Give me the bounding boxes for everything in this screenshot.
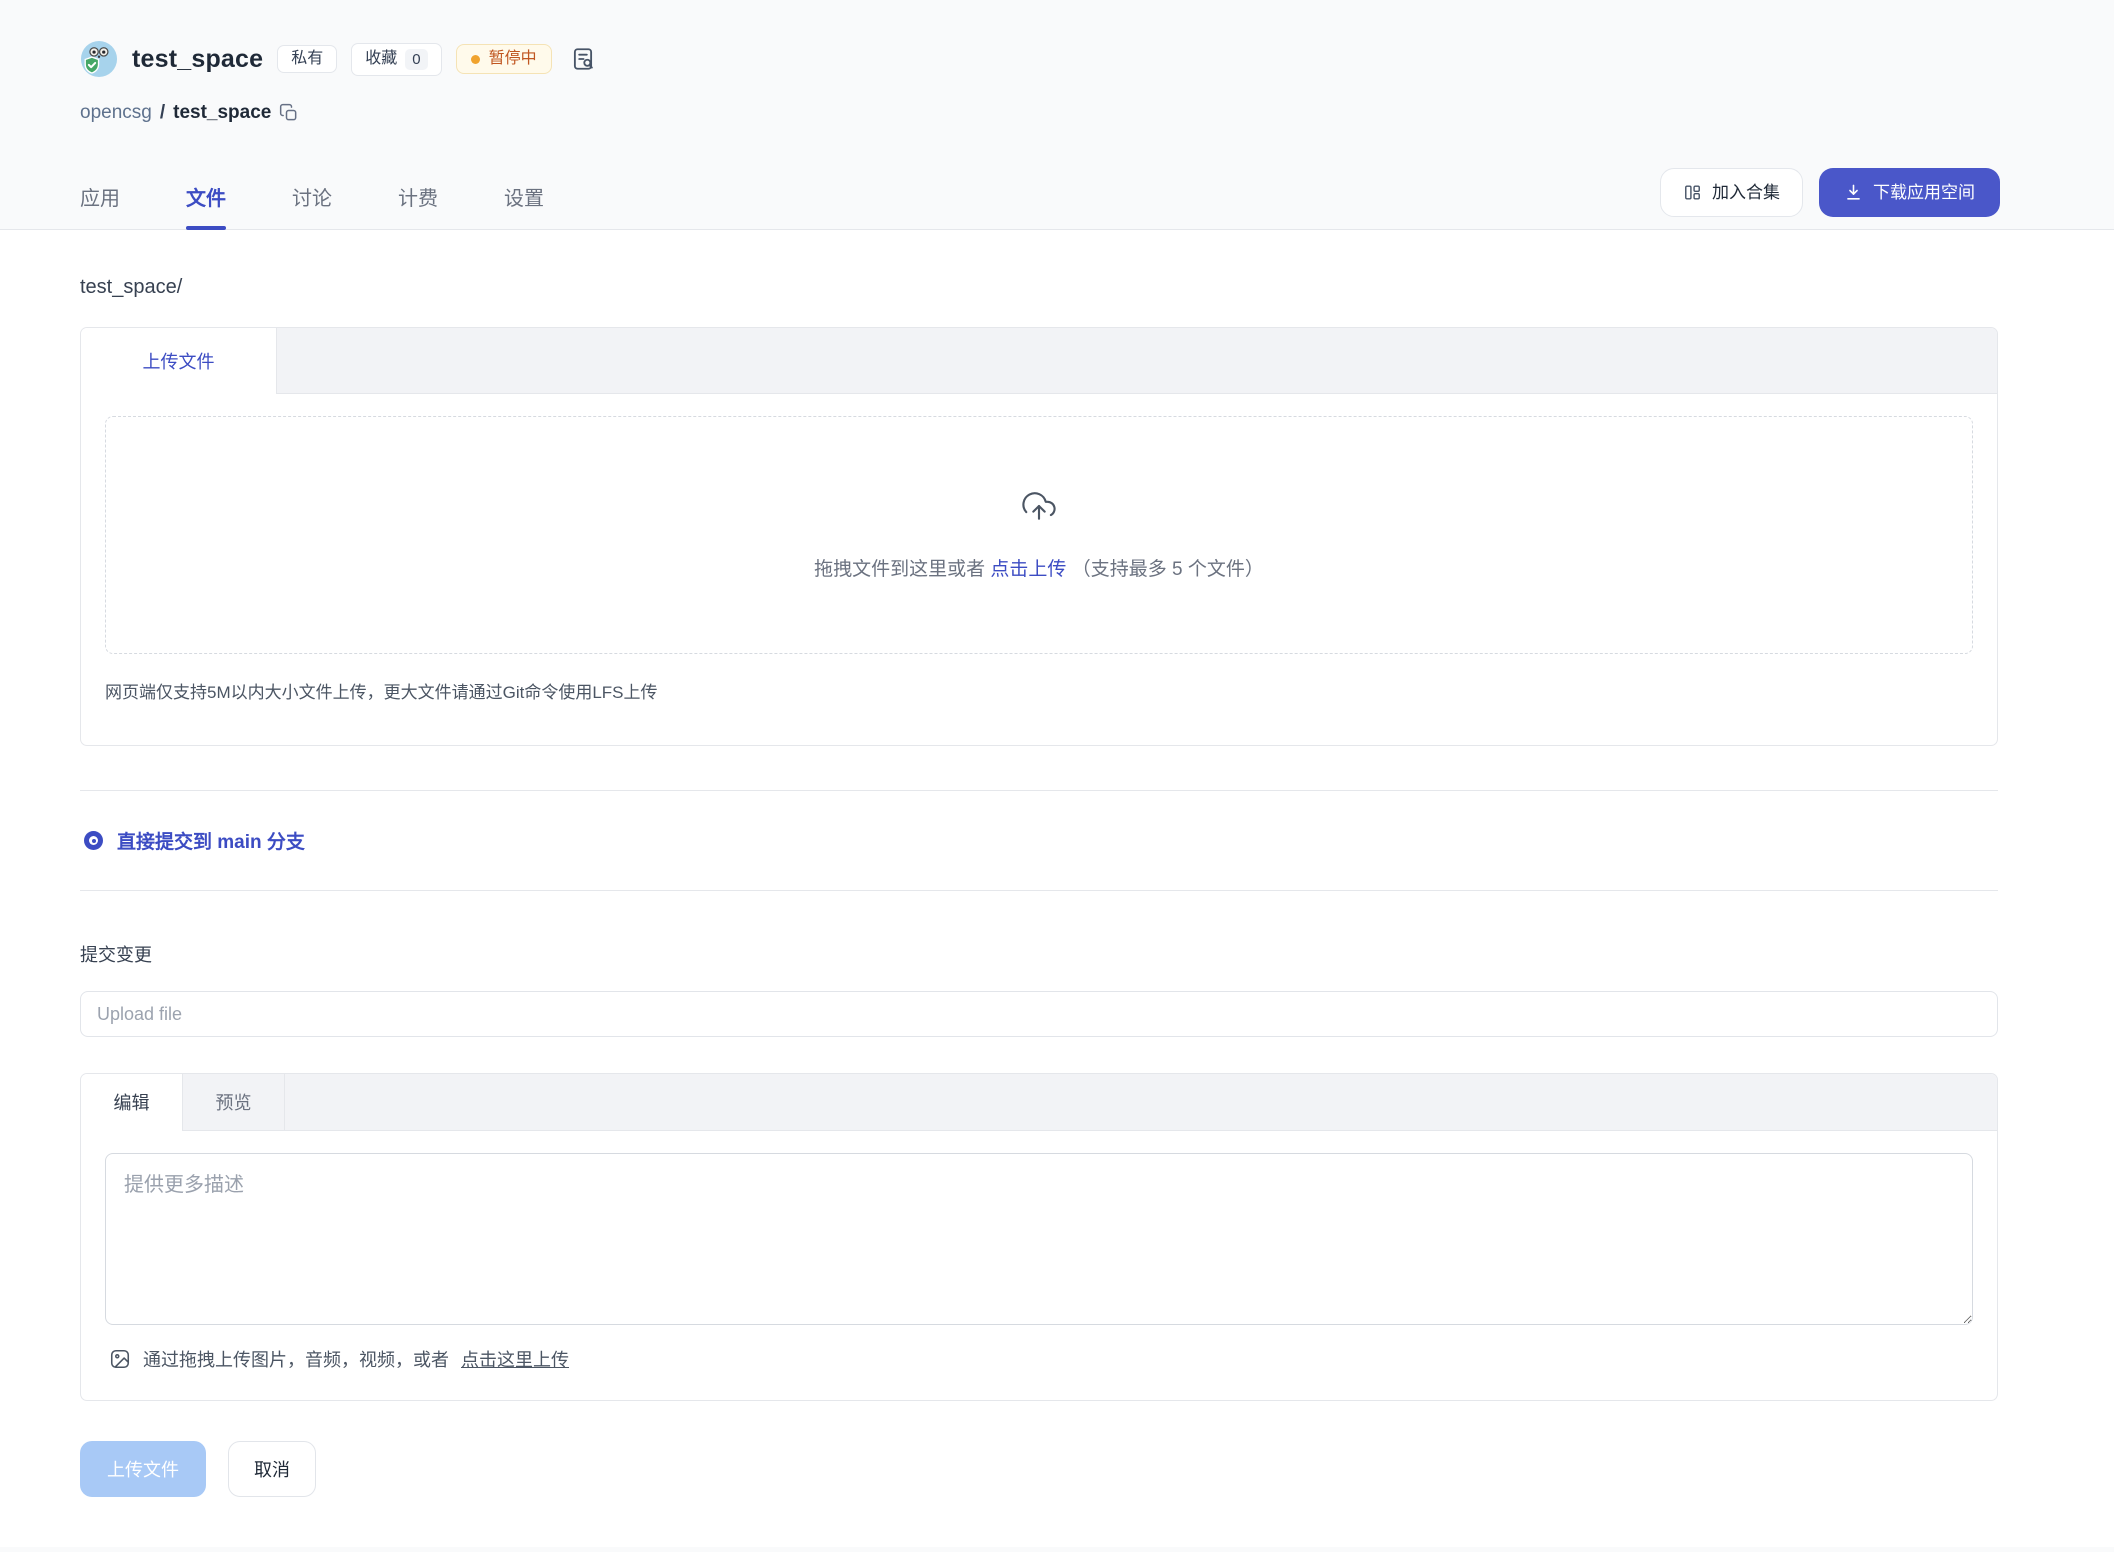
favorites-count: 0: [405, 49, 427, 70]
upload-panel: 上传文件 拖拽文件到这里或者 点击上传 （支持最多 5 个文件） 网页端仅支持5: [80, 327, 1998, 746]
tab-preview[interactable]: 预览: [183, 1074, 285, 1130]
breadcrumb-separator: /: [160, 102, 165, 124]
description-textarea[interactable]: [105, 1153, 1973, 1325]
tab-files[interactable]: 文件: [186, 182, 226, 229]
upload-cloud-icon: [1022, 489, 1056, 528]
tab-upload-file[interactable]: 上传文件: [81, 328, 277, 394]
click-to-upload-link[interactable]: 点击上传: [990, 559, 1066, 580]
visibility-badge-label: 私有: [291, 51, 323, 67]
favorites-badge-label: 收藏: [365, 51, 397, 67]
editor-upload-hint: 通过拖拽上传图片，音频，视频，或者 点击这里上传: [109, 1346, 1973, 1372]
copy-icon: [279, 103, 299, 123]
copy-repo-name-button[interactable]: [279, 103, 299, 123]
upload-panel-tabbar: 上传文件: [81, 328, 1997, 394]
tab-discussions[interactable]: 讨论: [292, 182, 332, 229]
commit-to-main-label: 直接提交到 main 分支: [117, 827, 305, 854]
current-path: test_space/: [80, 276, 1998, 299]
breadcrumb-owner-link[interactable]: opencsg: [80, 102, 152, 124]
commit-to-main-radio-row[interactable]: 直接提交到 main 分支: [84, 827, 1998, 854]
document-search-icon: [570, 46, 596, 72]
tab-edit[interactable]: 编辑: [81, 1074, 183, 1131]
status-badge-label: 暂停中: [489, 51, 537, 67]
dropzone-text: 拖拽文件到这里或者 点击上传 （支持最多 5 个文件）: [814, 554, 1264, 581]
upload-size-note: 网页端仅支持5M以内大小文件上传，更大文件请通过Git命令使用LFS上传: [81, 654, 1997, 745]
editor-hint-text: 通过拖拽上传图片，音频，视频，或者: [143, 1346, 449, 1372]
upload-panel-body: 拖拽文件到这里或者 点击上传 （支持最多 5 个文件）: [81, 394, 1997, 654]
repo-avatar: [80, 40, 118, 78]
download-space-button[interactable]: 下载应用空间: [1819, 168, 2000, 217]
page-header: test_space 私有 收藏 0 暂停中 opencsg / test_sp…: [0, 0, 2114, 230]
visibility-badge: 私有: [277, 45, 337, 73]
image-icon: [109, 1348, 131, 1370]
file-dropzone[interactable]: 拖拽文件到这里或者 点击上传 （支持最多 5 个文件）: [105, 416, 1973, 654]
collection-icon: [1683, 183, 1702, 202]
nav-row: 应用 文件 讨论 计费 设置 加入合集 下载应用空间: [0, 168, 2114, 229]
divider: [80, 790, 1998, 791]
repo-title: test_space: [132, 45, 263, 74]
upload-file-submit-button[interactable]: 上传文件: [80, 1441, 206, 1497]
repo-header-row: test_space 私有 收藏 0 暂停中: [0, 0, 2114, 78]
add-to-collection-label: 加入合集: [1712, 184, 1780, 201]
logs-inspect-button[interactable]: [570, 46, 596, 72]
breadcrumb-repo-link[interactable]: test_space: [173, 102, 271, 124]
description-editor-panel: 编辑 预览 通过拖拽上传图片，音频，视频，或者 点击这里上传: [80, 1073, 1998, 1401]
commit-changes-label: 提交变更: [80, 941, 1998, 967]
download-icon: [1844, 183, 1863, 202]
tab-app[interactable]: 应用: [80, 182, 120, 229]
header-actions: 加入合集 下载应用空间: [1660, 168, 2000, 229]
add-to-collection-button[interactable]: 加入合集: [1660, 168, 1803, 217]
commit-message-input[interactable]: [80, 991, 1998, 1037]
status-dot-icon: [471, 55, 480, 64]
dropzone-text-suffix: （支持最多 5 个文件）: [1072, 559, 1264, 580]
repo-tabs: 应用 文件 讨论 计费 设置: [80, 182, 544, 229]
divider: [80, 890, 1998, 891]
download-space-label: 下载应用空间: [1873, 184, 1975, 201]
editor-tabbar: 编辑 预览: [81, 1074, 1997, 1131]
click-here-to-upload-link[interactable]: 点击这里上传: [461, 1346, 569, 1372]
owl-avatar-icon: [80, 40, 118, 78]
cancel-button[interactable]: 取消: [228, 1441, 316, 1497]
form-actions: 上传文件 取消: [80, 1441, 1998, 1497]
main-content: test_space/ 上传文件 拖拽文件到这里或者 点击上传 （支持最多 5 …: [0, 230, 2114, 1547]
breadcrumb: opencsg / test_space: [0, 78, 2114, 124]
dropzone-text-prefix: 拖拽文件到这里或者: [814, 559, 985, 580]
tab-settings[interactable]: 设置: [504, 182, 544, 229]
tab-billing[interactable]: 计费: [398, 182, 438, 229]
editor-body: 通过拖拽上传图片，音频，视频，或者 点击这里上传: [81, 1131, 1997, 1400]
favorites-badge[interactable]: 收藏 0: [351, 43, 441, 76]
status-badge: 暂停中: [456, 44, 552, 74]
radio-selected-icon[interactable]: [84, 831, 103, 850]
